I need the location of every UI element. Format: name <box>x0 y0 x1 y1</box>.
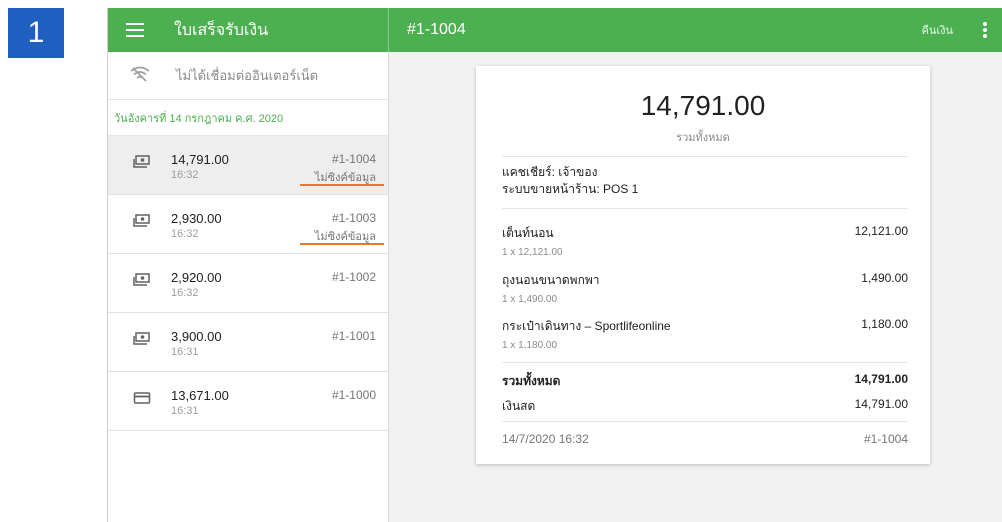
receipt-amount: 2,930.00 <box>171 211 222 226</box>
step-number-badge: 1 <box>8 8 64 58</box>
date-group-header: วันอังคารที่ 14 กรกฎาคม ค.ศ. 2020 <box>108 100 388 136</box>
grand-total-label: รวมทั้งหมด <box>502 374 561 388</box>
receipt-number: #1-1003 <box>331 211 376 225</box>
more-options-icon[interactable] <box>983 22 987 38</box>
receipt-list-item[interactable]: 14,791.00 16:32 #1-1004 ไม่ซิงค์ข้อมูล <box>108 136 388 195</box>
payment-amount: 14,791.00 <box>854 397 908 411</box>
sidebar-header: ใบเสร็จรับเงิน <box>108 8 389 52</box>
receipt-total: 14,791.00 <box>640 90 766 121</box>
page-title: ใบเสร็จรับเงิน <box>174 21 269 39</box>
receipt-time: 16:31 <box>171 346 199 358</box>
item-amount: 12,121.00 <box>854 224 908 238</box>
detail-header: #1-1004 คืนเงิน <box>389 8 1002 52</box>
sync-status-highlight <box>300 243 384 245</box>
cash-icon <box>133 155 151 174</box>
card-icon <box>133 391 151 410</box>
divider <box>502 208 908 209</box>
wifi-off-icon <box>130 66 154 85</box>
item-name: ถุงนอนขนาดพกพา <box>502 273 600 287</box>
receipt-info: แคชเชียร์: เจ้าของ ระบบขายหน้าร้าน: POS … <box>502 164 908 198</box>
receipt-time: 16:32 <box>171 169 199 181</box>
line-item: กระเป๋าเดินทาง – Sportlifeonline 1,180.0… <box>502 317 908 351</box>
receipt-list-item[interactable]: 2,920.00 16:32 #1-1002 <box>108 254 388 313</box>
item-quantity: 1 x 1,180.00 <box>502 340 558 351</box>
divider <box>502 421 908 422</box>
receipt-time: 16:32 <box>171 228 199 240</box>
item-amount: 1,490.00 <box>861 271 908 285</box>
hamburger-menu-icon[interactable] <box>126 23 144 37</box>
payment-method: เงินสด <box>502 399 536 413</box>
grand-total-value: 14,791.00 <box>854 372 908 386</box>
top-app-bar: ใบเสร็จรับเงิน #1-1004 คืนเงิน <box>108 8 1002 52</box>
offline-banner: ไม่ได้เชื่อมต่ออินเตอร์เน็ต <box>108 52 388 100</box>
sync-status-highlight <box>300 184 384 186</box>
cash-icon <box>133 214 151 233</box>
cash-icon <box>133 332 151 351</box>
refund-button[interactable]: คืนเงิน <box>921 21 953 39</box>
receipt-amount: 3,900.00 <box>171 329 222 344</box>
cash-icon <box>133 273 151 292</box>
receipt-number: #1-1001 <box>331 329 376 343</box>
receipt-list-item[interactable]: 2,930.00 16:32 #1-1003 ไม่ซิงค์ข้อมูล <box>108 195 388 254</box>
receipt-list-panel: ไม่ได้เชื่อมต่ออินเตอร์เน็ต วันอังคารที่… <box>108 52 389 522</box>
receipt-id-title: #1-1004 <box>407 21 466 38</box>
receipt-amount: 13,671.00 <box>171 388 229 403</box>
grand-total-row: รวมทั้งหมด 14,791.00 <box>502 372 908 391</box>
item-name: กระเป๋าเดินทาง – Sportlifeonline <box>502 319 671 333</box>
receipt-list-item[interactable]: 3,900.00 16:31 #1-1001 <box>108 313 388 372</box>
item-quantity: 1 x 12,121.00 <box>502 247 563 258</box>
receipt-datetime: 14/7/2020 16:32 <box>502 432 589 446</box>
divider <box>502 362 908 363</box>
receipt-footer-number: #1-1004 <box>863 432 908 446</box>
item-quantity: 1 x 1,490.00 <box>502 294 558 305</box>
receipt-number: #1-1004 <box>331 152 376 166</box>
receipt-number: #1-1002 <box>331 270 376 284</box>
receipt-list-item[interactable]: 13,671.00 16:31 #1-1000 <box>108 372 388 431</box>
line-item: ถุงนอนขนาดพกพา 1,490.00 1 x 1,490.00 <box>502 271 908 305</box>
receipt-number: #1-1000 <box>331 388 376 402</box>
pos-name: ระบบขายหน้าร้าน: POS 1 <box>502 182 639 196</box>
receipt-amount: 2,920.00 <box>171 270 222 285</box>
cashier-name: แคชเชียร์: เจ้าของ <box>502 165 598 179</box>
receipt-footer: 14/7/2020 16:32 #1-1004 <box>502 432 908 446</box>
receipt-time: 16:32 <box>171 287 199 299</box>
item-name: เต็นท์นอน <box>502 226 554 240</box>
receipt-time: 16:31 <box>171 405 199 417</box>
item-amount: 1,180.00 <box>861 317 908 331</box>
receipt-detail-card: 14,791.00 รวมทั้งหมด แคชเชียร์: เจ้าของ … <box>476 66 930 464</box>
receipt-total-label: รวมทั้งหมด <box>676 132 730 144</box>
app-window: ใบเสร็จรับเงิน #1-1004 คืนเงิน ไม่ได้เชื… <box>107 8 1002 522</box>
line-item: เต็นท์นอน 12,121.00 1 x 12,121.00 <box>502 224 908 258</box>
divider <box>502 156 908 157</box>
offline-text: ไม่ได้เชื่อมต่ออินเตอร์เน็ต <box>176 68 319 83</box>
receipt-amount: 14,791.00 <box>171 152 229 167</box>
payment-row: เงินสด 14,791.00 <box>502 397 908 416</box>
